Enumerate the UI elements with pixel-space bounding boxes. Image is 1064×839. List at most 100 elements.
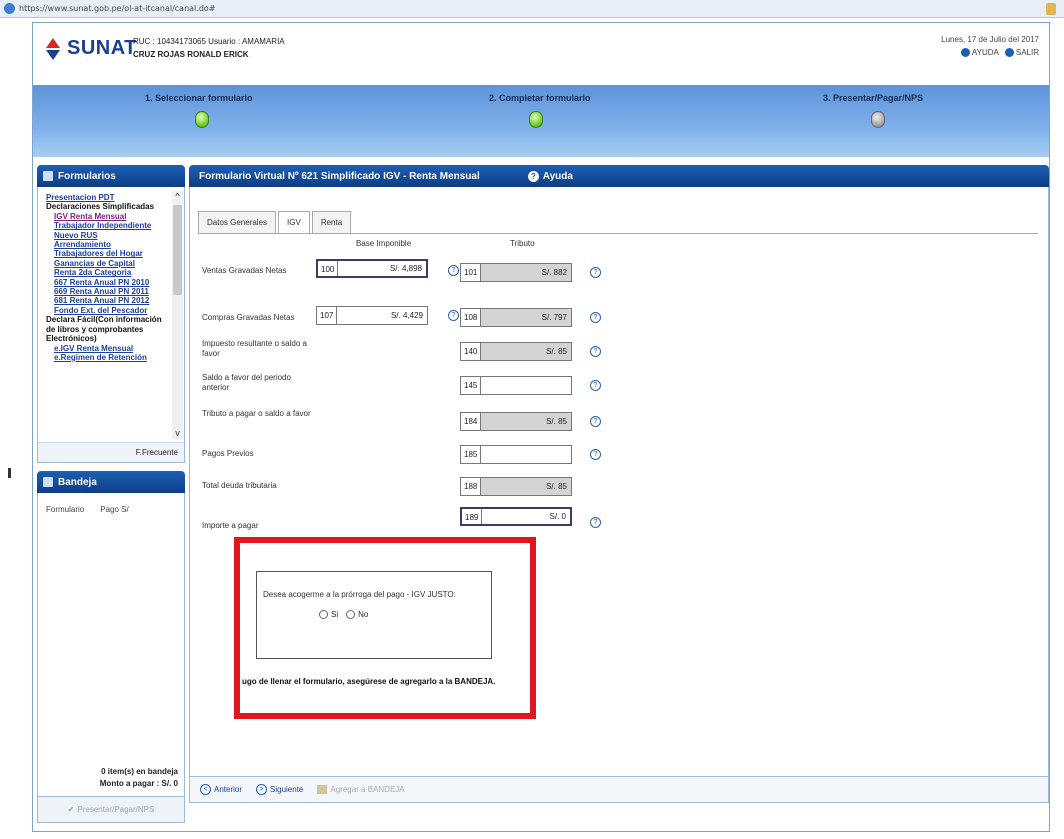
field-189-importe-pagar[interactable]: 189 S/. 0 bbox=[460, 507, 572, 526]
field-code: 185 bbox=[461, 446, 482, 463]
form-link-681-renta-anual[interactable]: 681 Renta Anual PN 2012 bbox=[46, 296, 168, 305]
add-to-bandeja-label: Agregar a BANDEJA bbox=[330, 785, 405, 794]
formularios-header: Formularios bbox=[37, 165, 185, 187]
help-question-icon[interactable]: ? bbox=[590, 312, 601, 323]
help-question-icon[interactable]: ? bbox=[590, 449, 601, 460]
help-link-label: AYUDA bbox=[971, 48, 999, 57]
field-value: S/. 797 bbox=[541, 313, 567, 322]
formularios-title: Formularios bbox=[58, 170, 116, 182]
form-title: Formulario Virtual Nº 621 Simplificado I… bbox=[199, 170, 480, 182]
form-link-nuevo-rus[interactable]: Nuevo RUS bbox=[46, 231, 168, 240]
field-100-ventas-base[interactable]: 100 S/. 4,898 bbox=[316, 259, 428, 278]
app-frame: SUNAT RUC : 10434173065 Usuario : AMAMAR… bbox=[32, 22, 1050, 832]
step-status-green-icon bbox=[195, 111, 209, 128]
form-link-e-regimen-retencion[interactable]: e.Regimen de Retención bbox=[46, 353, 168, 362]
forward-arrow-icon: > bbox=[256, 784, 268, 795]
field-code: 108 bbox=[461, 309, 482, 326]
field-value: S/. 882 bbox=[541, 268, 567, 277]
help-question-icon[interactable]: ? bbox=[590, 380, 601, 391]
help-link[interactable]: AYUDA bbox=[960, 46, 999, 59]
prorroga-options: Si No bbox=[319, 610, 369, 620]
bandeja-totals: 0 item(s) en bandeja Monto a pagar : S/.… bbox=[100, 766, 178, 790]
bandeja-title: Bandeja bbox=[58, 476, 97, 488]
formularios-scrollbar[interactable]: ^ v bbox=[172, 191, 183, 439]
form-link-renta-2da-categoria[interactable]: Renta 2da Categoria bbox=[46, 268, 168, 277]
prorroga-box: Desea acogerme a la prórroga del pago - … bbox=[256, 571, 492, 659]
check-icon: ✔ bbox=[67, 805, 75, 814]
field-145-saldo-anterior[interactable]: 145 bbox=[460, 376, 572, 395]
row-label-compras: Compras Gravadas Netas bbox=[202, 313, 295, 322]
row-label-saldo-anterior: Saldo a favor del periodo anterior bbox=[202, 373, 291, 392]
tab-datos-generales[interactable]: Datos Generales bbox=[198, 211, 277, 233]
help-question-icon[interactable]: ? bbox=[590, 267, 601, 278]
field-value: S/. 85 bbox=[546, 417, 567, 426]
question-icon: ? bbox=[527, 170, 539, 182]
tab-renta[interactable]: Renta bbox=[311, 211, 352, 233]
field-107-compras-base[interactable]: 107 S/. 4,429 bbox=[316, 306, 428, 325]
sunat-logo: SUNAT bbox=[43, 37, 137, 60]
page: https://www.sunat.gob.pe/ol-at-itcanal/c… bbox=[0, 0, 1064, 839]
form-link-arrendamiento[interactable]: Arrendamiento bbox=[46, 240, 168, 249]
brand-name: SUNAT bbox=[67, 37, 137, 59]
form-link-trabajador-independiente[interactable]: Trabajador Independiente bbox=[46, 221, 168, 230]
form-link-igv-renta-mensual[interactable]: IGV Renta Mensual bbox=[46, 212, 168, 221]
row-label-importe-pagar: Importe a pagar bbox=[202, 521, 259, 530]
column-base-imponible: Base Imponible bbox=[356, 239, 412, 248]
help-question-icon[interactable]: ? bbox=[590, 517, 601, 528]
form-link-presentacion-pdt[interactable]: Presentacion PDT bbox=[46, 193, 168, 202]
form-link-ganancias-capital[interactable]: Ganancias de Capital bbox=[46, 259, 168, 268]
frecuentes-link[interactable]: F.Frecuente bbox=[38, 442, 184, 462]
radio-si[interactable]: Si bbox=[319, 610, 338, 620]
section-declaraciones-simplificadas: Declaraciones Simplificadas bbox=[46, 202, 155, 212]
bandeja-header: Bandeja bbox=[37, 471, 185, 493]
previous-button[interactable]: < Anterior bbox=[200, 784, 242, 795]
help-question-icon[interactable]: ? bbox=[448, 265, 459, 276]
form-link-669-renta-anual[interactable]: 669 Renta Anual PN 2011 bbox=[46, 287, 168, 296]
form-link-trabajadores-hogar[interactable]: Trabajadores del Hogar bbox=[46, 249, 168, 258]
radio-no-label: No bbox=[358, 610, 369, 619]
field-value: S/. 0 bbox=[549, 512, 566, 521]
user-info: RUC : 10434173065 Usuario : AMAMARIA CRU… bbox=[133, 35, 285, 61]
next-button[interactable]: > Siguiente bbox=[256, 784, 303, 795]
row-label-impuesto-resultante: Impuesto resultante o saldo a favor bbox=[202, 339, 307, 358]
window-edge-marker bbox=[8, 468, 11, 478]
section-declara-facil: Declara Fácil(Con información de libros … bbox=[46, 315, 162, 344]
tray-add-icon bbox=[317, 785, 328, 794]
scrollbar-thumb[interactable] bbox=[173, 205, 182, 295]
field-101-ventas-tributo: 101 S/. 882 bbox=[460, 263, 572, 282]
field-code: 184 bbox=[461, 413, 482, 430]
field-value: S/. 4,898 bbox=[389, 264, 422, 273]
browser-address-bar[interactable]: https://www.sunat.gob.pe/ol-at-itcanal/c… bbox=[0, 0, 1064, 18]
field-code: 188 bbox=[461, 478, 482, 495]
field-185-pagos-previos[interactable]: 185 bbox=[460, 445, 572, 464]
radio-circle-icon[interactable] bbox=[346, 610, 356, 620]
field-code: 100 bbox=[318, 261, 339, 276]
formularios-list[interactable]: Presentacion PDT Declaraciones Simplific… bbox=[38, 187, 172, 439]
field-188-total-deuda: 188 S/. 85 bbox=[460, 477, 572, 496]
bandeja-col-pago: Pago S/ bbox=[100, 505, 129, 514]
form-link-e-igv-renta-mensual[interactable]: e.IGV Renta Mensual bbox=[46, 344, 168, 353]
step-status-grey-icon bbox=[871, 111, 885, 128]
form-help-link[interactable]: ? Ayuda bbox=[527, 170, 573, 182]
date-info: Lunes, 17 de Julio del 2017 AYUDA SALIR bbox=[941, 33, 1039, 59]
scroll-down-icon[interactable]: v bbox=[172, 428, 183, 439]
form-link-667-renta-anual[interactable]: 667 Renta Anual PN 2010 bbox=[46, 278, 168, 287]
tab-igv[interactable]: IGV bbox=[278, 211, 310, 234]
add-to-bandeja-button[interactable]: Agregar a BANDEJA bbox=[317, 785, 405, 794]
step-label: 1. Seleccionar formulario bbox=[145, 93, 253, 103]
form-tabs: Datos Generales IGV Renta bbox=[198, 211, 353, 234]
help-question-icon[interactable]: ? bbox=[590, 346, 601, 357]
field-value: S/. 85 bbox=[546, 482, 567, 491]
bandeja-section: Bandeja Formulario Pago S/ 0 item(s) en … bbox=[37, 471, 185, 823]
form-link-fondo-pescador[interactable]: Fondo Ext. del Pescador bbox=[46, 306, 168, 315]
url-text[interactable]: https://www.sunat.gob.pe/ol-at-itcanal/c… bbox=[19, 4, 216, 13]
radio-circle-icon[interactable] bbox=[319, 610, 328, 620]
radio-no[interactable]: No bbox=[346, 610, 369, 620]
presentar-pagar-button[interactable]: ✔ Presentar/Pagar/NPS bbox=[37, 797, 185, 823]
help-question-icon[interactable]: ? bbox=[448, 310, 459, 321]
bandeja-reminder: ugo de llenar el formulario, asegúrese d… bbox=[242, 677, 496, 686]
exit-link[interactable]: SALIR bbox=[1004, 46, 1039, 59]
lock-icon bbox=[1046, 3, 1056, 15]
scroll-up-icon[interactable]: ^ bbox=[172, 191, 183, 202]
help-question-icon[interactable]: ? bbox=[590, 416, 601, 427]
